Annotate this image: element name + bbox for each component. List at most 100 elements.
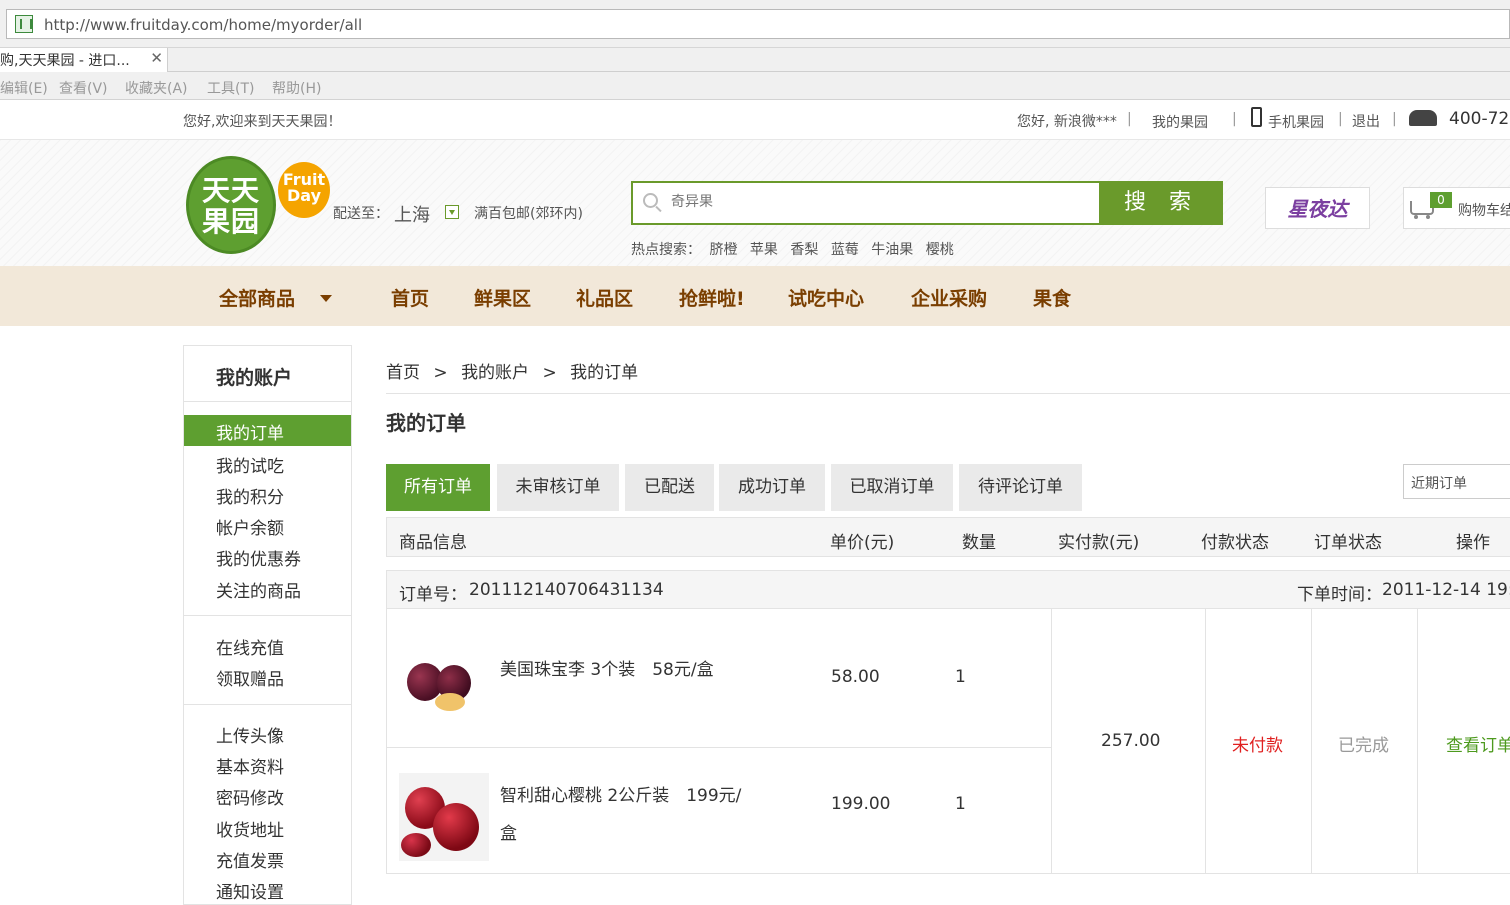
free-shipping-note: 满百包邮(郊环内)	[474, 206, 583, 222]
payment-status: 未付款	[1232, 736, 1283, 756]
nav-enterprise[interactable]: 企业采购	[911, 284, 987, 311]
product-image-cherry[interactable]	[399, 773, 489, 861]
product-image-plum[interactable]	[399, 649, 483, 721]
breadcrumb-home[interactable]: 首页	[386, 363, 420, 383]
search-input[interactable]	[671, 193, 1071, 209]
sidebar-group-settings: 上传头像 基本资料 密码修改 收货地址 充值发票 通知设置	[184, 704, 351, 904]
nav-fruit-food[interactable]: 果食	[1033, 284, 1071, 311]
sidebar-item-balance[interactable]: 帐户余额	[216, 514, 284, 539]
sidebar-item-my-orders[interactable]: 我的订单	[184, 415, 351, 446]
hot-keyword[interactable]: 苹果	[750, 242, 778, 258]
browser-tab-bar: 购,天天果园 - 进口... ✕	[0, 48, 1510, 72]
nav-all-products[interactable]: 全部商品	[219, 284, 295, 311]
tab-successful-orders[interactable]: 成功订单	[719, 464, 825, 511]
my-orchard-link[interactable]: 我的果园	[1152, 112, 1208, 132]
logout-link[interactable]: 退出	[1352, 111, 1380, 131]
order-card: 订单号： 201112140706431134 下单时间： 2011-12-14…	[386, 570, 1510, 874]
sidebar-item-profile[interactable]: 基本资料	[216, 753, 284, 778]
partner-xingyeda-logo[interactable]: 星夜达	[1265, 187, 1370, 229]
product-quantity: 1	[955, 667, 966, 687]
hot-keyword[interactable]: 牛油果	[871, 242, 913, 258]
separator: |	[1392, 111, 1397, 127]
hot-search-bar: 热点搜索： 脐橙 苹果 香梨 蓝莓 牛油果 樱桃	[631, 239, 954, 259]
product-price: 199.00	[831, 794, 891, 814]
row-divider	[387, 747, 1051, 748]
nav-fresh-fruit[interactable]: 鲜果区	[474, 284, 531, 311]
tab-shipped[interactable]: 已配送	[625, 464, 714, 511]
order-number: 201112140706431134	[469, 580, 664, 600]
deliver-city[interactable]: 上海	[394, 201, 430, 227]
breadcrumb-separator: >	[433, 363, 448, 383]
order-time: 2011-12-14 19:0	[1382, 580, 1510, 600]
close-icon[interactable]: ✕	[150, 49, 163, 67]
menu-favorites[interactable]: 收藏夹(A)	[125, 78, 188, 98]
cart-count-badge: 0	[1430, 192, 1452, 208]
divider	[386, 393, 1510, 394]
mobile-site-link[interactable]: 手机果园	[1268, 112, 1324, 132]
sidebar-item-my-points[interactable]: 我的积分	[216, 483, 284, 508]
sidebar-item-password[interactable]: 密码修改	[216, 784, 284, 809]
sidebar-item-followed[interactable]: 关注的商品	[216, 577, 301, 602]
separator: |	[1338, 111, 1343, 127]
breadcrumb-account[interactable]: 我的账户	[461, 363, 529, 383]
product-name[interactable]: 智利甜心樱桃 2公斤装 199元/	[500, 781, 741, 806]
logo-badge-line2: Day	[286, 186, 321, 205]
tab-pending-review[interactable]: 待评论订单	[959, 464, 1082, 511]
browser-tab[interactable]: 购,天天果园 - 进口... ✕	[0, 48, 168, 72]
site-logo[interactable]: 天天 果园	[186, 156, 276, 254]
sidebar-item-label: 我的订单	[216, 424, 284, 444]
site-header: 天天 果园 Fruit Day 配送至： 上海 满百包邮(郊环内) 搜 索 热点…	[0, 140, 1510, 266]
hot-keyword[interactable]: 香梨	[790, 242, 818, 258]
order-header: 订单号： 201112140706431134 下单时间： 2011-12-14…	[387, 571, 1510, 609]
sidebar-item-coupons[interactable]: 我的优惠券	[216, 545, 301, 570]
tab-all-orders[interactable]: 所有订单	[386, 464, 490, 511]
product-name-continued[interactable]: 盒	[500, 819, 517, 844]
hot-keyword[interactable]: 蓝莓	[831, 242, 859, 258]
period-select[interactable]: 近期订单	[1403, 464, 1510, 499]
logo-text-line1: 天天	[201, 174, 260, 207]
sidebar-title: 我的账户	[216, 367, 293, 389]
sidebar-item-my-trials[interactable]: 我的试吃	[216, 452, 284, 477]
sidebar-item-notifications[interactable]: 通知设置	[216, 878, 284, 903]
city-dropdown-icon[interactable]	[445, 205, 459, 219]
url-field[interactable]: http://www.fruitday.com/home/myorder/all	[6, 9, 1510, 39]
nav-gifts[interactable]: 礼品区	[576, 284, 633, 311]
logo-text-line2: 果园	[201, 205, 260, 238]
col-actions: 操作	[1456, 533, 1490, 553]
menu-view[interactable]: 查看(V)	[59, 78, 108, 98]
sidebar-group-orders: 我的订单 我的试吃 我的积分 帐户余额 我的优惠券 关注的商品	[184, 401, 351, 615]
nav-tasting[interactable]: 试吃中心	[788, 284, 864, 311]
product-name[interactable]: 美国珠宝李 3个装 58元/盒	[500, 655, 714, 680]
sidebar-item-address[interactable]: 收货地址	[216, 816, 284, 841]
tab-unreviewed-orders[interactable]: 未审核订单	[497, 464, 619, 511]
hot-keyword[interactable]: 樱桃	[926, 242, 954, 258]
search-button[interactable]: 搜 索	[1100, 181, 1223, 225]
search-icon	[643, 193, 658, 208]
sidebar-item-invoice[interactable]: 充值发票	[216, 847, 284, 872]
menu-help[interactable]: 帮助(H)	[272, 78, 321, 98]
view-order-link[interactable]: 查看订单	[1446, 731, 1510, 756]
breadcrumb-current: 我的订单	[570, 363, 639, 383]
nav-home[interactable]: 首页	[391, 284, 429, 311]
tab-cancelled-orders[interactable]: 已取消订单	[831, 464, 953, 511]
site-top-bar: 您好,欢迎来到天天果园！ 您好, 新浪微*** | 我的果园 | 手机果园 | …	[0, 100, 1510, 140]
order-time-label: 下单时间：	[1297, 585, 1382, 605]
order-number-label: 订单号：	[399, 585, 467, 605]
sidebar-item-avatar[interactable]: 上传头像	[216, 722, 284, 747]
user-greeting[interactable]: 您好, 新浪微***	[1017, 111, 1117, 131]
cart-button[interactable]: 0 购物车结	[1403, 187, 1510, 229]
hot-keyword[interactable]: 脐橙	[709, 242, 737, 258]
column-divider	[1051, 609, 1052, 874]
sidebar-item-recharge[interactable]: 在线充值	[216, 634, 284, 659]
breadcrumb: 首页 > 我的账户 > 我的订单	[386, 358, 638, 383]
page-title: 我的订单	[386, 411, 466, 435]
deliver-label: 配送至：	[333, 206, 389, 222]
menu-tools[interactable]: 工具(T)	[207, 78, 254, 98]
sidebar-item-gifts[interactable]: 领取赠品	[216, 665, 284, 690]
chevron-down-icon[interactable]	[320, 295, 332, 302]
menu-edit[interactable]: 编辑(E)	[0, 78, 48, 98]
mobile-phone-icon	[1251, 107, 1262, 127]
search-box[interactable]	[631, 181, 1101, 225]
separator: |	[1127, 111, 1132, 127]
nav-flash-sale[interactable]: 抢鲜啦!	[679, 284, 745, 311]
